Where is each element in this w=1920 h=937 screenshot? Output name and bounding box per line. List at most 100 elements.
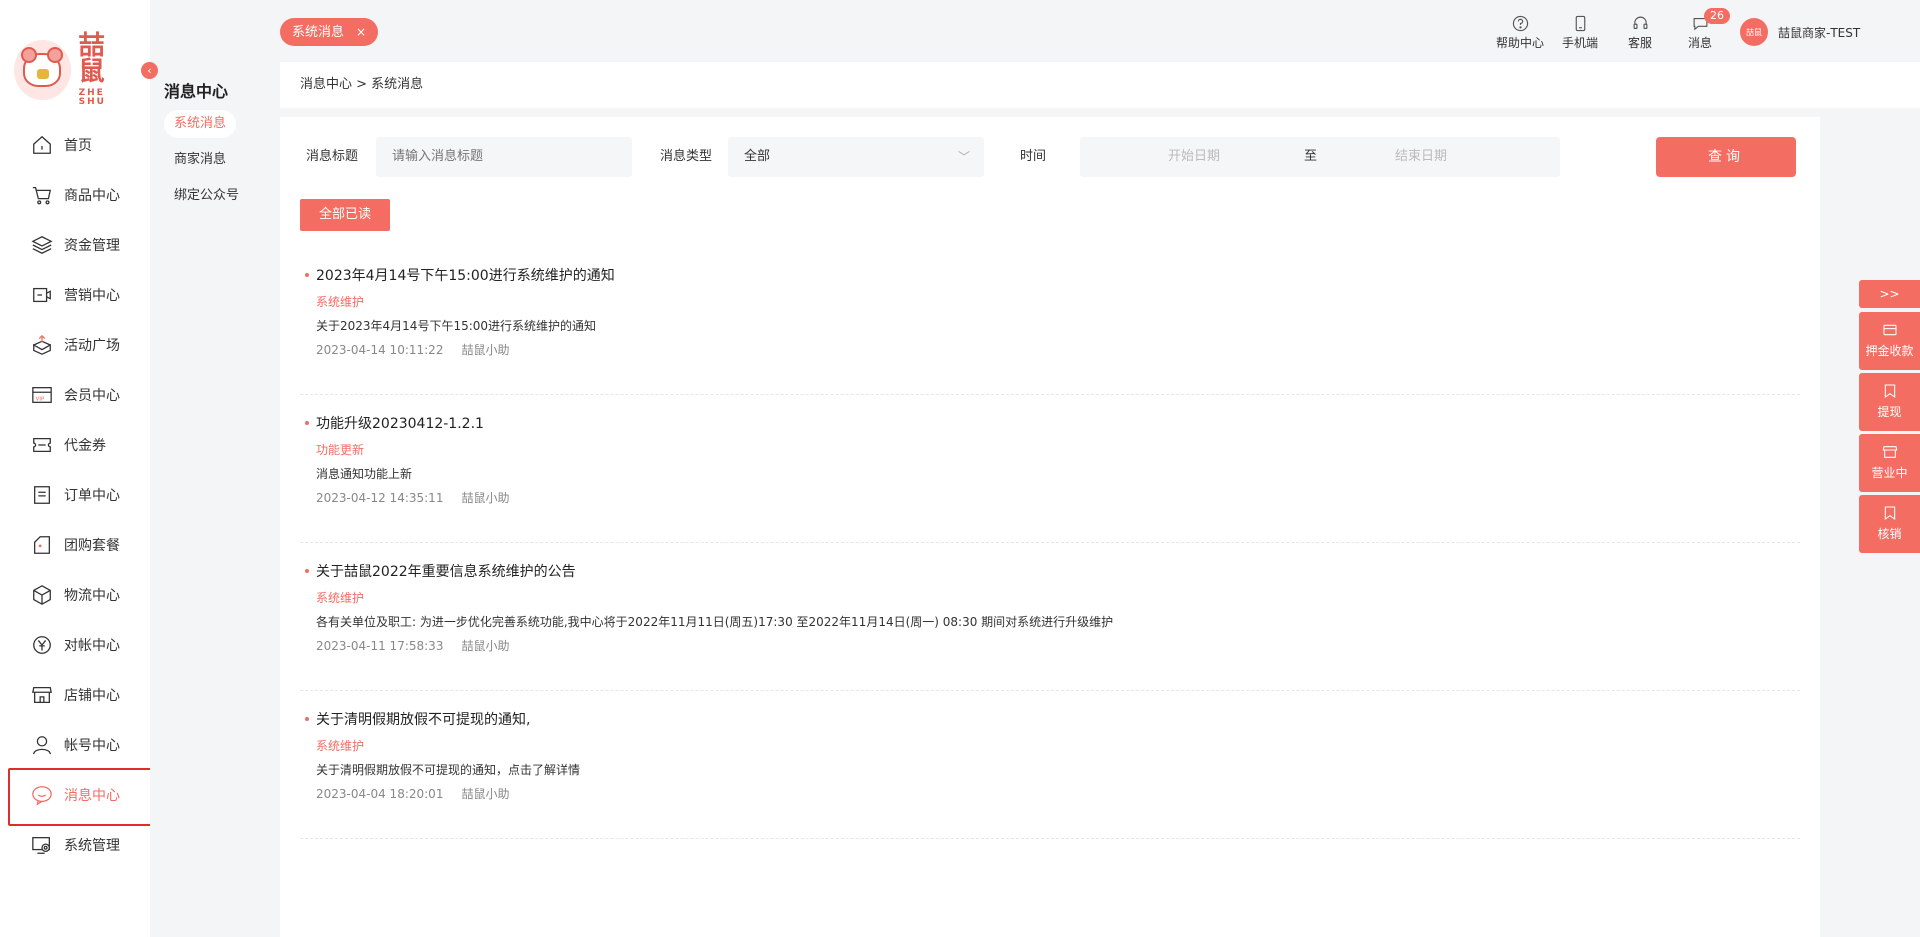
nav-item-messages[interactable]: 消息中心	[8, 768, 158, 826]
time-filter-label: 时间	[1020, 149, 1047, 164]
nav-item-funds[interactable]: 资金管理	[8, 220, 154, 270]
nav-item-group-buy[interactable]: 团购套餐	[8, 520, 154, 570]
nav-item-store[interactable]: 店铺中心	[8, 670, 154, 720]
message-author: 喆鼠小助	[461, 343, 510, 357]
message-author: 喆鼠小助	[461, 787, 510, 801]
box-upload-icon	[30, 333, 54, 357]
message-time: 2023-04-14 10:11:22	[316, 343, 444, 357]
nav-label: 首页	[64, 138, 92, 154]
avatar: 喆鼠	[1740, 18, 1768, 46]
user-menu[interactable]: 喆鼠 喆鼠商家-TEST	[1740, 12, 1920, 52]
list-item[interactable]: 关于清明假期放假不可提现的通知, 系统维护 关于清明假期放假不可提现的通知，点击…	[300, 691, 1800, 839]
header-actions: 帮助中心 手机端 客服 26 消息 喆鼠 喆鼠商家-TEST	[1490, 8, 1920, 52]
message-title[interactable]: 关于清明假期放假不可提现的通知,	[316, 709, 530, 729]
card-icon	[1882, 324, 1897, 336]
bookmark-icon	[1884, 384, 1895, 399]
message-type: 功能更新	[316, 443, 365, 457]
date-range-picker[interactable]: 开始日期 至 结束日期	[1080, 137, 1560, 177]
nav-item-marketing[interactable]: 营销中心	[8, 270, 154, 320]
breadcrumb: 消息中心 > 系统消息	[280, 62, 1920, 108]
nav-item-logistics[interactable]: 物流中心	[8, 570, 154, 620]
nav-item-members[interactable]: VIP 会员中心	[8, 370, 154, 420]
svg-text:VIP: VIP	[36, 397, 45, 403]
main-panel: 消息标题 消息类型 全部 ﹀ 时间 开始日期 至 结束日期 查询 全部已读 20…	[280, 117, 1820, 937]
bullet-dot	[305, 717, 309, 721]
nav-item-orders[interactable]: 订单中心	[8, 470, 154, 520]
message-time: 2023-04-12 14:35:11	[316, 491, 444, 505]
sub-item-system-messages[interactable]: 系统消息	[164, 110, 237, 138]
title-search-input[interactable]	[376, 137, 632, 177]
nav-item-account[interactable]: 帐号中心	[8, 720, 154, 770]
layers-icon	[30, 233, 54, 257]
tool-label: 核销	[1877, 527, 1902, 541]
close-icon[interactable]: ×	[356, 25, 366, 39]
messages-button[interactable]: 26 消息	[1670, 8, 1730, 51]
filter-bar: 消息标题 消息类型 全部 ﹀ 时间 开始日期 至 结束日期 查询	[306, 137, 1796, 179]
message-list: 2023年4月14号下午15:00进行系统维护的通知 系统维护 关于2023年4…	[300, 247, 1800, 839]
bookmark-icon	[1884, 506, 1895, 521]
message-desc: 各有关单位及职工: 为进一步优化完善系统功能,我中心将于2022年11月11日(…	[316, 615, 1114, 629]
tool-label: 提现	[1877, 405, 1902, 419]
nav-label: 帐号中心	[64, 738, 120, 754]
message-type: 系统维护	[316, 739, 365, 753]
type-select[interactable]: 全部 ﹀	[728, 137, 984, 177]
bullet-dot	[305, 273, 309, 277]
list-item[interactable]: 2023年4月14号下午15:00进行系统维护的通知 系统维护 关于2023年4…	[300, 247, 1800, 395]
nav-label: 资金管理	[64, 238, 120, 254]
query-button[interactable]: 查询	[1656, 137, 1796, 177]
bullet-dot	[305, 421, 309, 425]
right-quick-tools: >> 押金收款 提现 营业中 核销	[1859, 280, 1920, 556]
mobile-button[interactable]: 手机端	[1550, 12, 1610, 51]
message-title[interactable]: 关于喆鼠2022年重要信息系统维护的公告	[316, 561, 576, 581]
end-date-input[interactable]: 结束日期	[1395, 137, 1447, 177]
yen-icon	[30, 633, 54, 657]
nav-label: 营销中心	[64, 288, 120, 304]
sub-item-bind-official-account[interactable]: 绑定公众号	[164, 182, 249, 210]
nav-label: 会员中心	[64, 388, 120, 404]
sidebar-collapse-button[interactable]: ‹	[141, 62, 158, 79]
system-settings-icon	[30, 833, 54, 857]
nav-item-coupons[interactable]: 代金券	[8, 420, 154, 470]
logo[interactable]: 喆鼠 ZHE SHU	[14, 33, 134, 107]
group-buy-icon	[30, 533, 54, 557]
nav-item-home[interactable]: 首页	[8, 120, 154, 170]
verify-redeem-button[interactable]: 核销	[1859, 495, 1920, 553]
nav-item-activity[interactable]: 活动广场	[8, 320, 154, 370]
withdraw-button[interactable]: 提现	[1859, 373, 1920, 431]
help-icon	[1490, 12, 1550, 34]
chevron-down-icon: ﹀	[957, 150, 970, 164]
storefront-icon	[1882, 446, 1897, 458]
message-title[interactable]: 功能升级20230412-1.2.1	[316, 413, 484, 433]
message-desc: 关于2023年4月14号下午15:00进行系统维护的通知	[316, 319, 597, 333]
logo-mascot-icon	[14, 40, 71, 100]
message-desc: 关于清明假期放假不可提现的通知，点击了解详情	[316, 763, 581, 777]
sub-item-merchant-messages[interactable]: 商家消息	[164, 146, 236, 174]
quick-tools-toggle-button[interactable]: >>	[1859, 280, 1920, 308]
help-center-button[interactable]: 帮助中心	[1490, 12, 1550, 51]
main-nav: 首页 商品中心 资金管理 营销中心 活动广场 VIP 会员中心 代金券 订单中心	[8, 120, 158, 870]
customer-service-button[interactable]: 客服	[1610, 12, 1670, 51]
logo-text-en: ZHE SHU	[78, 88, 106, 107]
list-item[interactable]: 关于喆鼠2022年重要信息系统维护的公告 系统维护 各有关单位及职工: 为进一步…	[300, 543, 1800, 691]
open-tab-system-messages[interactable]: 系统消息 ×	[280, 18, 379, 46]
nav-label: 系统管理	[64, 838, 120, 854]
message-type: 系统维护	[316, 295, 365, 309]
headset-icon	[1610, 12, 1670, 34]
message-title[interactable]: 2023年4月14号下午15:00进行系统维护的通知	[316, 265, 615, 285]
store-icon	[30, 683, 54, 707]
customer-service-label: 客服	[1627, 36, 1652, 50]
nav-item-system[interactable]: 系统管理	[8, 820, 154, 870]
sub-sidebar-title: 消息中心	[164, 82, 229, 101]
open-status-button[interactable]: 营业中	[1859, 434, 1920, 492]
tool-label: 营业中	[1871, 466, 1908, 480]
nav-item-products[interactable]: 商品中心	[8, 170, 154, 220]
start-date-input[interactable]: 开始日期	[1168, 137, 1220, 177]
list-item[interactable]: 功能升级20230412-1.2.1 功能更新 消息通知功能上新 2023-04…	[300, 395, 1800, 543]
sub-sidebar: 消息中心 系统消息 商家消息 绑定公众号	[150, 0, 280, 937]
mobile-label: 手机端	[1561, 36, 1598, 50]
nav-item-reconciliation[interactable]: 对帐中心	[8, 620, 154, 670]
message-time: 2023-04-11 17:58:33	[316, 639, 444, 653]
message-author: 喆鼠小助	[461, 639, 510, 653]
mark-all-read-button[interactable]: 全部已读	[300, 199, 390, 231]
deposit-collection-button[interactable]: 押金收款	[1859, 312, 1920, 370]
